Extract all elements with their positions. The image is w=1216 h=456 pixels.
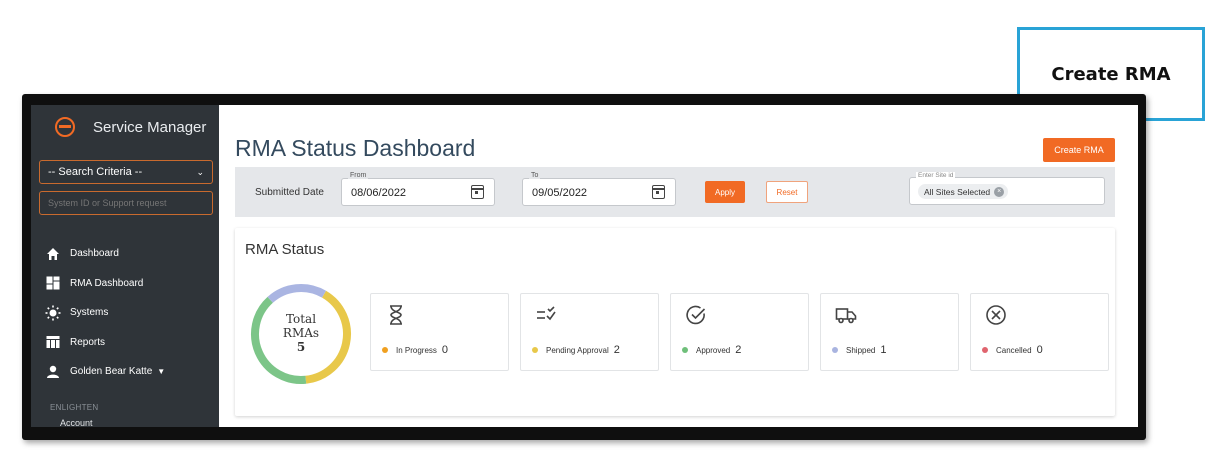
brand[interactable]: Service Manager xyxy=(55,117,206,137)
check-circle-icon xyxy=(686,305,706,325)
sidebar: Service Manager -- Search Criteria -- ⌄ … xyxy=(31,105,219,427)
stat-count: 2 xyxy=(613,344,620,356)
sidebar-item-label: Reports xyxy=(70,336,106,348)
site-chip-label: All Sites Selected xyxy=(924,186,991,197)
sidebar-item-label: Dashboard xyxy=(70,248,119,260)
stat-label: Approved xyxy=(696,345,731,355)
site-chip: All Sites Selected × xyxy=(918,184,1009,199)
stat-row: Cancelled 0 xyxy=(982,344,1043,356)
app-screen: Service Manager -- Search Criteria -- ⌄ … xyxy=(31,105,1138,427)
stat-label: Cancelled xyxy=(996,345,1032,355)
truck-icon xyxy=(835,308,857,324)
brand-name: Service Manager xyxy=(93,118,207,136)
calendar-icon[interactable] xyxy=(652,185,665,199)
rma-status-card: RMA Status Total RMAs 5 In Progress 0 Pe… xyxy=(235,228,1115,416)
stat-count: 2 xyxy=(735,344,742,356)
apply-button[interactable]: Apply xyxy=(705,181,745,203)
donut-rmas-label: RMAs xyxy=(282,326,320,340)
section-label-enlighten: ENLIGHTEN xyxy=(50,403,99,412)
hourglass-icon xyxy=(390,305,402,325)
sidebar-item-account[interactable]: Account xyxy=(60,418,93,427)
stat-card-shipped[interactable]: Shipped 1 xyxy=(820,293,959,371)
status-dot xyxy=(682,347,688,353)
user-icon xyxy=(45,364,61,380)
stat-label: Pending Approval xyxy=(546,345,609,355)
user-name: Golden Bear Katte xyxy=(70,366,153,378)
stat-card-approved[interactable]: Approved 2 xyxy=(670,293,809,371)
sidebar-item-rma-dashboard[interactable]: RMA Dashboard xyxy=(45,269,165,299)
stat-count: 0 xyxy=(441,344,449,356)
to-date-field[interactable]: To 09/05/2022 xyxy=(522,172,676,206)
stat-count: 0 xyxy=(1036,344,1043,356)
search-input[interactable] xyxy=(39,191,213,215)
stat-row: Shipped 1 xyxy=(832,344,886,356)
sidebar-item-reports[interactable]: Reports xyxy=(45,328,165,358)
donut-total-label: Total xyxy=(285,312,317,326)
stat-card-pending-approval[interactable]: Pending Approval 2 xyxy=(520,293,659,371)
status-dot xyxy=(532,347,538,353)
search-criteria-select[interactable]: -- Search Criteria -- ⌄ xyxy=(39,160,213,184)
calendar-icon[interactable] xyxy=(471,185,484,199)
stat-label: Shipped xyxy=(846,345,876,355)
caret-down-icon: ▼ xyxy=(157,367,166,377)
donut-center-text: Total RMAs 5 xyxy=(249,312,353,354)
to-label: To xyxy=(529,172,541,179)
main-content: RMA Status Dashboard Create RMA Submitte… xyxy=(219,105,1138,427)
home-icon xyxy=(45,246,61,262)
list-check-icon xyxy=(537,306,556,321)
rma-status-title: RMA Status xyxy=(245,241,325,258)
status-dot xyxy=(982,347,988,353)
sidebar-item-label: RMA Dashboard xyxy=(70,277,144,289)
sidebar-item-label: Systems xyxy=(70,307,109,319)
donut-segment-shipped xyxy=(267,284,326,303)
donut-total-value: 5 xyxy=(296,340,306,354)
page-title: RMA Status Dashboard xyxy=(235,135,476,161)
site-id-field[interactable]: Enter Site id All Sites Selected × xyxy=(909,172,1105,205)
remove-chip-icon[interactable]: × xyxy=(994,186,1005,197)
x-circle-icon xyxy=(986,305,1006,325)
table-icon xyxy=(45,334,61,350)
chevron-down-icon: ⌄ xyxy=(196,166,204,177)
create-rma-button[interactable]: Create RMA xyxy=(1043,138,1115,162)
stat-label: In Progress xyxy=(396,345,437,355)
enphase-logo-icon xyxy=(55,117,75,137)
grid-icon xyxy=(45,275,61,291)
stat-card-in-progress[interactable]: In Progress 0 xyxy=(370,293,509,371)
sidebar-nav: Dashboard RMA Dashboard Systems Reports xyxy=(45,239,165,387)
callout-text: Create RMA xyxy=(1051,63,1171,85)
stat-count: 1 xyxy=(880,344,887,356)
from-date-value: 08/06/2022 xyxy=(351,187,407,199)
reset-button[interactable]: Reset xyxy=(766,181,808,203)
status-dot xyxy=(382,347,388,353)
status-dot xyxy=(832,347,838,353)
stat-row: Pending Approval 2 xyxy=(532,344,620,356)
sidebar-item-systems[interactable]: Systems xyxy=(45,298,165,328)
filter-bar: Submitted Date From 08/06/2022 To 09/05/… xyxy=(235,167,1115,217)
stat-row: Approved 2 xyxy=(682,344,741,356)
stat-card-cancelled[interactable]: Cancelled 0 xyxy=(970,293,1109,371)
submitted-date-label: Submitted Date xyxy=(255,187,324,198)
sidebar-item-user-menu[interactable]: Golden Bear Katte ▼ xyxy=(45,357,165,387)
stat-row: In Progress 0 xyxy=(382,344,448,356)
sun-icon xyxy=(45,305,61,321)
search-criteria-value: -- Search Criteria -- xyxy=(48,166,143,178)
to-date-value: 09/05/2022 xyxy=(532,187,588,199)
from-date-field[interactable]: From 08/06/2022 xyxy=(341,172,495,206)
sidebar-item-dashboard[interactable]: Dashboard xyxy=(45,239,165,269)
from-label: From xyxy=(348,172,369,179)
site-id-label: Enter Site id xyxy=(916,172,956,179)
